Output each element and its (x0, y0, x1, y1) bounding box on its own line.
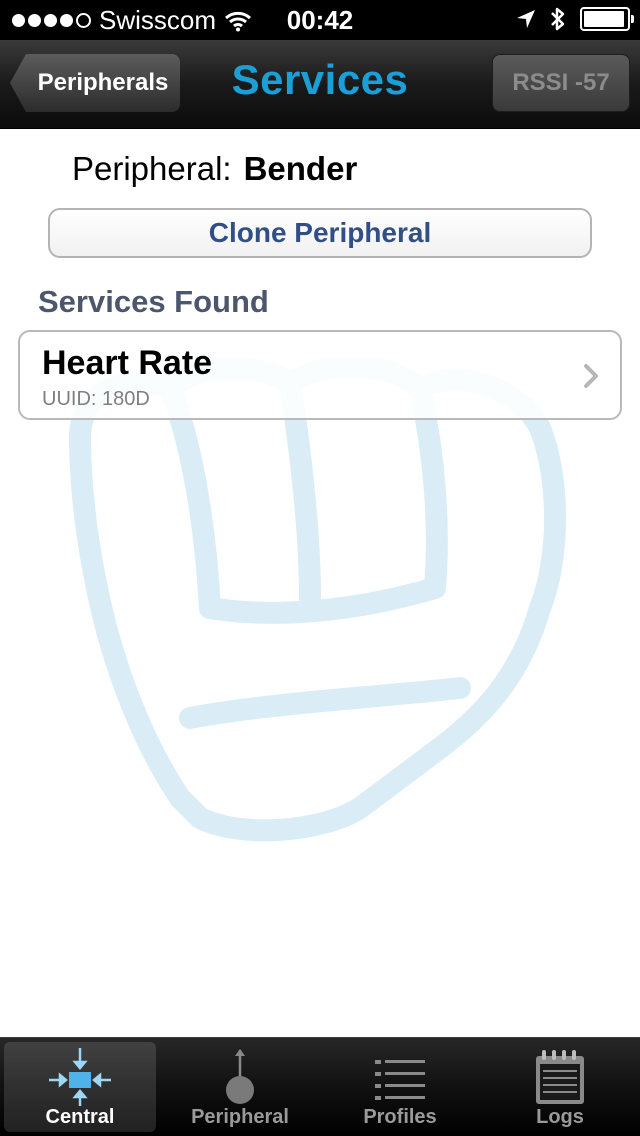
clone-peripheral-button[interactable]: Clone Peripheral (48, 208, 592, 258)
location-arrow-icon (517, 10, 535, 28)
peripheral-label: Peripheral: (72, 150, 232, 187)
chevron-right-icon (584, 364, 598, 388)
tab-profiles[interactable]: Profiles (324, 1042, 476, 1132)
peripheral-icon (226, 1049, 254, 1104)
status-right (516, 6, 634, 32)
tab-peripheral-label: Peripheral (191, 1106, 289, 1128)
services-found-header: Services Found (38, 284, 269, 319)
tab-central[interactable]: Central (4, 1042, 156, 1132)
profiles-list-icon (375, 1060, 425, 1100)
tab-logs[interactable]: Logs (484, 1042, 636, 1132)
tab-bar: Central Peripheral Profiles Logs (0, 1037, 640, 1136)
tab-logs-label: Logs (536, 1106, 584, 1128)
tab-central-label: Central (45, 1106, 115, 1128)
rssi-button[interactable]: RSSI -57 (492, 54, 630, 112)
fist-watermark-icon (69, 358, 566, 842)
central-icon (49, 1048, 111, 1106)
tab-peripheral[interactable]: Peripheral (164, 1042, 316, 1132)
navigation-bar: Peripherals Services RSSI -57 (0, 40, 640, 129)
clone-peripheral-label: Clone Peripheral (208, 217, 432, 248)
service-name: Heart Rate (42, 344, 213, 382)
bluetooth-icon (551, 7, 565, 31)
rssi-label: RSSI -57 (512, 69, 610, 96)
service-row-heart-rate[interactable]: Heart Rate UUID: 180D (18, 330, 622, 420)
main-content: Peripheral: Bender Clone Peripheral Servi… (0, 128, 640, 1038)
tab-profiles-label: Profiles (363, 1106, 437, 1128)
peripheral-info: Peripheral: Bender (72, 150, 357, 188)
status-bar: Swisscom 00:42 (0, 0, 640, 40)
peripheral-name: Bender (243, 150, 358, 187)
notepad-icon (536, 1050, 584, 1104)
battery-icon (580, 7, 634, 31)
service-uuid: UUID: 180D (42, 388, 150, 410)
